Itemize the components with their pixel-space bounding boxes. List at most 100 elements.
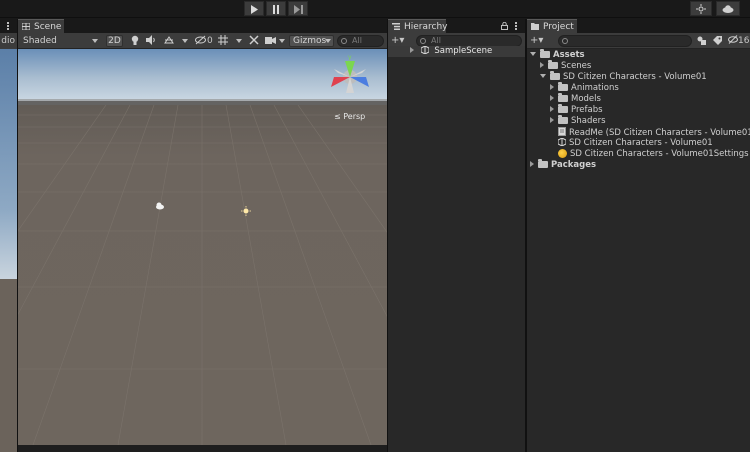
hidden-packages-count: 16 [738, 36, 750, 46]
expand-arrow-icon[interactable] [550, 106, 554, 112]
unity-scene-icon [420, 45, 430, 55]
project-item-label: ReadMe (SD Citizen Characters - Volume01… [569, 128, 750, 138]
project-item-packages[interactable]: Packages [530, 159, 597, 171]
project-item-label: Assets [553, 50, 585, 60]
splitter[interactable] [17, 19, 18, 452]
pause-button[interactable] [266, 1, 286, 16]
persp-label[interactable]: ≤ Persp [334, 112, 365, 121]
scene-tabstrip: Scene [18, 19, 387, 33]
project-item-label: SD Citizen Characters - Volume01Settings [570, 149, 749, 159]
2d-toggle[interactable]: 2D [106, 35, 123, 47]
cloud-icon [722, 5, 734, 13]
project-item-label: Scenes [561, 61, 592, 71]
hidden-objects-toggle[interactable]: 0 [195, 35, 213, 47]
filter-type-icon[interactable] [697, 36, 706, 45]
gizmo-y-label: y [348, 54, 352, 61]
project-item-label: Packages [551, 160, 597, 170]
shading-mode-value: Shaded [23, 36, 57, 46]
folder-open-icon [540, 49, 550, 58]
project-item-readme[interactable]: ReadMe (SD Citizen Characters - Volume01… [558, 127, 750, 138]
tab-project-label: Project [543, 22, 574, 32]
audio-toggle[interactable] [146, 35, 156, 47]
unity-scene-icon [557, 137, 567, 147]
tab-scene[interactable]: Scene [18, 19, 64, 33]
project-item-sd-citizen-folder[interactable]: SD Citizen Characters - Volume01 [540, 71, 707, 83]
project-item-label: Models [571, 94, 601, 104]
eye-slash-icon [728, 35, 738, 44]
project-search-input[interactable] [558, 35, 692, 47]
project-item-label: Animations [571, 83, 619, 93]
eye-slash-icon [195, 35, 206, 45]
document-icon [558, 127, 566, 136]
left-panel-label: dio [1, 36, 15, 46]
lighting-toggle[interactable] [131, 35, 139, 47]
expand-arrow-icon[interactable] [550, 95, 554, 101]
lock-icon[interactable] [501, 22, 508, 30]
speaker-icon [146, 35, 155, 45]
project-item-scene-asset[interactable]: SD Citizen Characters - Volume01 [557, 137, 713, 149]
project-add-button[interactable]: +▾ [530, 35, 543, 47]
shading-mode-dropdown[interactable]: Shaded [19, 35, 101, 47]
services-button[interactable] [690, 1, 712, 16]
folder-icon [538, 159, 548, 168]
expand-arrow-icon[interactable] [530, 161, 534, 167]
expand-arrow-icon[interactable] [540, 62, 544, 68]
chevron-down-icon [92, 39, 98, 43]
top-toolbar [0, 0, 750, 18]
tab-hierarchy[interactable]: Hierarchy [388, 19, 448, 33]
hierarchy-item-samplescene[interactable]: SampleScene [388, 45, 525, 57]
hierarchy-list-icon [392, 23, 400, 30]
splitter[interactable] [387, 19, 388, 452]
hidden-packages-toggle[interactable]: 16 [728, 35, 749, 47]
grid-dropdown[interactable] [218, 35, 244, 47]
project-item-assets[interactable]: Assets [530, 49, 585, 61]
project-item-label: Prefabs [571, 105, 603, 115]
effects-dropdown[interactable] [164, 35, 190, 47]
scene-bottom-edge [18, 445, 387, 452]
ground-plane [18, 105, 387, 445]
chevron-down-icon [182, 39, 188, 43]
project-item-scenes[interactable]: Scenes [540, 60, 592, 72]
splitter[interactable] [525, 19, 527, 452]
scene-view-canvas: y ≤ Persp [18, 49, 387, 445]
collapse-arrow-icon[interactable] [540, 74, 546, 78]
more-icon[interactable] [7, 22, 10, 31]
hierarchy-panel: Hierarchy +▾ All SampleScene [388, 19, 525, 452]
project-panel: Project +▾ 16 Assets Scenes SD Citizen C… [527, 19, 750, 452]
tag-icon[interactable] [713, 36, 722, 45]
collapse-arrow-icon[interactable] [530, 52, 536, 56]
sun-icon [696, 4, 706, 14]
play-icon [251, 5, 258, 14]
camera-dropdown[interactable] [265, 35, 287, 47]
expand-arrow-icon[interactable] [550, 84, 554, 90]
left-view-ground [0, 279, 17, 452]
tab-project[interactable]: Project [527, 19, 577, 33]
project-item-shaders[interactable]: Shaders [550, 115, 606, 127]
scene-toolbar: Shaded 2D 0 Gizmos All [18, 33, 387, 49]
effects-icon [164, 36, 174, 44]
project-item-label: Shaders [571, 116, 606, 126]
project-toolbar: +▾ 16 [527, 33, 750, 49]
left-toolbar: dio [0, 33, 17, 49]
expand-arrow-icon[interactable] [550, 117, 554, 123]
step-button[interactable] [288, 1, 308, 16]
search-icon [341, 38, 347, 44]
project-item-label: SD Citizen Characters - Volume01 [563, 72, 707, 82]
2d-toggle-label: 2D [108, 36, 121, 46]
project-item-settings[interactable]: SD Citizen Characters - Volume01Settings [558, 149, 749, 160]
scene-search-input[interactable]: All [337, 35, 384, 47]
left-tabstrip [0, 19, 17, 33]
hierarchy-search-placeholder: All [431, 36, 441, 45]
tab-hierarchy-label: Hierarchy [404, 22, 448, 32]
lighting-settings-icon [558, 149, 567, 158]
project-item-label: SD Citizen Characters - Volume01 [569, 138, 713, 148]
play-button[interactable] [244, 1, 264, 16]
scene-viewport[interactable]: y ≤ Persp [18, 49, 387, 445]
cloud-button[interactable] [716, 1, 740, 16]
gizmos-dropdown[interactable]: Gizmos [289, 35, 334, 47]
step-icon [293, 5, 303, 14]
tools-toggle[interactable] [249, 35, 259, 47]
hidden-count: 0 [207, 36, 213, 46]
expand-arrow-icon[interactable] [410, 47, 414, 53]
more-icon[interactable] [515, 22, 518, 31]
